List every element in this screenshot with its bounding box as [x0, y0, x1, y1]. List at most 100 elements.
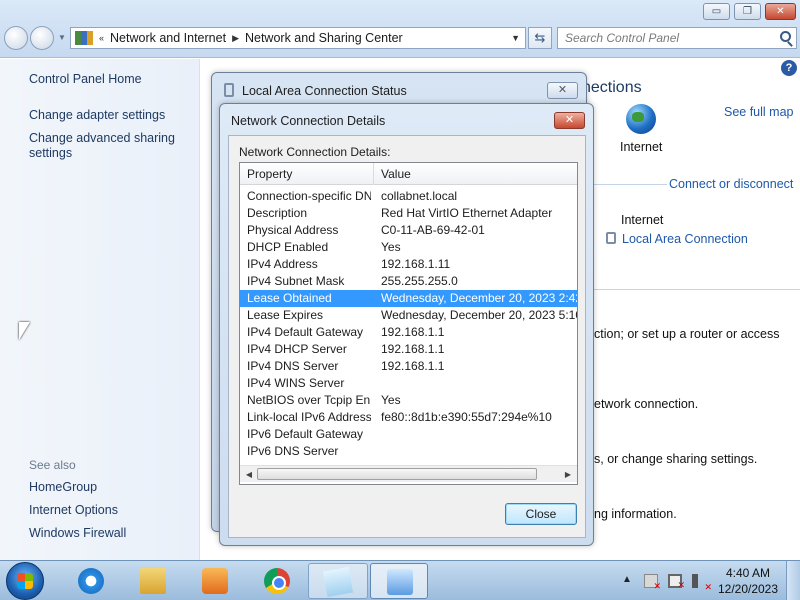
column-header-value[interactable]: Value: [374, 163, 577, 185]
taskbar-file-explorer[interactable]: [124, 563, 180, 599]
history-chevron-icon[interactable]: «: [99, 33, 104, 43]
control-panel-icon: [387, 569, 413, 595]
task-homegroup-text: s, or change sharing settings.: [594, 452, 758, 466]
task-setup-connection-text: ction; or set up a router or access: [594, 327, 780, 341]
table-row[interactable]: IPv4 WINS Server: [240, 375, 577, 392]
chrome-icon: [264, 568, 290, 594]
forward-button[interactable]: [30, 26, 54, 50]
start-button[interactable]: [6, 562, 44, 600]
breadcrumb-arrow-icon[interactable]: ▶: [232, 33, 239, 44]
table-row-selected[interactable]: Lease Obtained Wednesday, December 20, 20…: [240, 290, 578, 307]
table-row[interactable]: Connection-specific DN... collabnet.local: [240, 188, 577, 205]
table-row[interactable]: Description Red Hat VirtIO Ethernet Adapt…: [240, 205, 577, 222]
value-cell: fe80::8d1b:e390:55d7:294e%10: [381, 410, 552, 424]
left-pane: Control Panel Home Change adapter settin…: [0, 59, 200, 560]
property-cell: Lease Expires: [247, 308, 324, 322]
show-desktop-button[interactable]: [786, 561, 800, 600]
help-icon[interactable]: ?: [781, 60, 797, 76]
property-cell: IPv4 Subnet Mask: [247, 274, 345, 288]
scroll-left-arrow-icon[interactable]: ◀: [242, 466, 256, 483]
change-advanced-sharing-link[interactable]: Change advanced sharing settings: [29, 131, 194, 161]
table-row[interactable]: IPv4 DNS Server 192.168.1.1: [240, 358, 577, 375]
value-cell: 255.255.255.0: [381, 274, 458, 288]
page-heading-fragment: nections: [582, 79, 642, 96]
value-cell: 192.168.1.1: [381, 342, 445, 356]
control-panel-home-link[interactable]: Control Panel Home: [29, 72, 142, 87]
back-button[interactable]: [4, 26, 28, 50]
close-dialog-button[interactable]: ✕: [554, 112, 585, 129]
search-icon[interactable]: [780, 31, 791, 42]
horizontal-scrollbar[interactable]: ◀ ▶: [240, 465, 577, 482]
folder-icon: [140, 568, 166, 594]
table-row[interactable]: DHCP Enabled Yes: [240, 239, 577, 256]
table-row[interactable]: IPv6 Default Gateway: [240, 426, 577, 443]
property-cell: IPv4 Address: [247, 257, 318, 271]
maximize-button[interactable]: ❐: [734, 3, 761, 20]
table-row[interactable]: IPv4 Subnet Mask 255.255.255.0: [240, 273, 577, 290]
value-cell: C0-11-AB-69-42-01: [381, 223, 485, 237]
taskbar-media-player[interactable]: [186, 563, 242, 599]
windows-firewall-link[interactable]: Windows Firewall: [29, 526, 126, 541]
taskbar-chrome[interactable]: [248, 563, 304, 599]
breadcrumb-network-and-internet[interactable]: Network and Internet: [110, 31, 226, 45]
network-connection-details-dialog: Network Connection Details ✕ Network Con…: [219, 103, 594, 546]
table-row[interactable]: IPv6 DNS Server: [240, 443, 577, 460]
taskbar-control-panel[interactable]: [370, 563, 428, 599]
breadcrumb-network-and-sharing-center[interactable]: Network and Sharing Center: [245, 31, 403, 45]
change-adapter-settings-link[interactable]: Change adapter settings: [29, 108, 165, 123]
see-full-map-link[interactable]: See full map: [724, 105, 793, 119]
close-status-window-button[interactable]: ✕: [547, 82, 578, 99]
connect-or-disconnect-link[interactable]: Connect or disconnect: [669, 177, 793, 191]
task-troubleshoot-text: ng information.: [594, 507, 677, 521]
table-row[interactable]: Link-local IPv6 Address fe80::8d1b:e390:5…: [240, 409, 577, 426]
system-tray: ▲: [615, 561, 725, 600]
refresh-icon[interactable]: ⇆: [528, 27, 552, 49]
details-list[interactable]: Property Value Connection-specific DN...…: [239, 162, 578, 485]
column-header-property[interactable]: Property: [240, 163, 374, 185]
show-hidden-icons-arrow-icon[interactable]: ▲: [620, 574, 634, 588]
mouse-cursor-icon: [19, 322, 30, 340]
property-cell: DHCP Enabled: [247, 240, 329, 254]
action-center-flag-icon[interactable]: [644, 574, 661, 592]
list-rows: Connection-specific DN... collabnet.local…: [240, 188, 578, 460]
details-label: Network Connection Details:: [239, 145, 391, 159]
close-window-button[interactable]: ✕: [765, 3, 796, 20]
internet-label: Internet: [620, 140, 663, 154]
local-area-connection-link[interactable]: Local Area Connection: [622, 232, 748, 246]
network-connection-icon: [224, 83, 234, 97]
table-row[interactable]: IPv4 Address 192.168.1.11: [240, 256, 577, 273]
network-status-icon[interactable]: [668, 574, 685, 591]
control-panel-icon: [75, 31, 93, 45]
volume-muted-icon[interactable]: [692, 574, 712, 593]
network-connection-icon: [606, 232, 616, 244]
homegroup-link[interactable]: HomeGroup: [29, 480, 97, 495]
minimize-button[interactable]: ▭: [703, 3, 730, 20]
table-row[interactable]: IPv4 Default Gateway 192.168.1.1: [240, 324, 577, 341]
divider: [592, 184, 667, 185]
clock[interactable]: 4:40 AM 12/20/2023: [717, 565, 779, 597]
property-cell: Lease Obtained: [247, 291, 332, 305]
address-bar[interactable]: « Network and Internet ▶ Network and Sha…: [70, 27, 526, 49]
search-box[interactable]: [557, 27, 797, 49]
taskbar-internet-explorer[interactable]: [62, 563, 118, 599]
value-cell: Yes: [381, 393, 401, 407]
table-row[interactable]: Physical Address C0-11-AB-69-42-01: [240, 222, 577, 239]
recent-pages-dropdown-icon[interactable]: ▼: [58, 33, 66, 42]
table-row[interactable]: NetBIOS over Tcpip En... Yes: [240, 392, 577, 409]
clock-time: 4:40 AM: [725, 566, 771, 580]
value-cell: Wednesday, December 20, 2023 2:42:28: [381, 291, 578, 305]
search-input[interactable]: [558, 28, 768, 48]
scroll-right-arrow-icon[interactable]: ▶: [561, 466, 575, 483]
close-button[interactable]: Close: [505, 503, 577, 525]
property-cell: IPv4 DNS Server: [247, 359, 339, 373]
internet-globe-icon[interactable]: [626, 104, 656, 134]
taskbar-notepad[interactable]: [308, 563, 368, 599]
table-row[interactable]: Lease Expires Wednesday, December 20, 202…: [240, 307, 577, 324]
internet-explorer-icon: [78, 568, 104, 594]
property-cell: IPv4 Default Gateway: [247, 325, 364, 339]
scrollbar-thumb[interactable]: [257, 468, 537, 480]
internet-options-link[interactable]: Internet Options: [29, 503, 118, 518]
property-cell: Link-local IPv6 Address: [247, 410, 371, 424]
table-row[interactable]: IPv4 DHCP Server 192.168.1.1: [240, 341, 577, 358]
address-dropdown-icon[interactable]: ▼: [511, 33, 520, 43]
